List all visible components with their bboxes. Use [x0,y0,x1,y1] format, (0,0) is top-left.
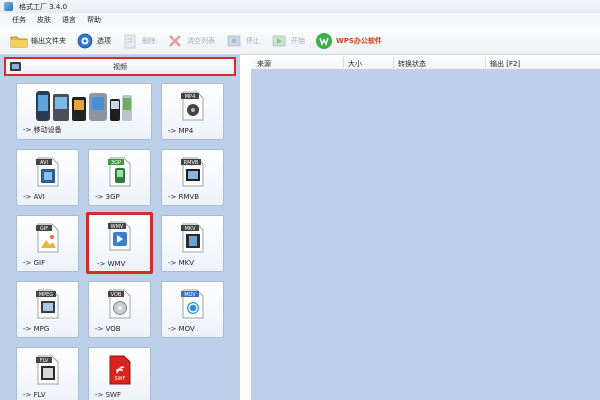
column-source[interactable]: 来源 [257,59,271,69]
wmv-file-icon: WMV [107,221,130,251]
svg-text:SWF: SWF [114,376,125,382]
category-video-header[interactable]: 视频 [4,57,236,76]
tile-wmv[interactable]: WMV -> WMV [86,212,153,274]
mobile-devices-icon [36,91,132,121]
avi-file-icon: AVI [35,157,58,187]
vob-file-icon: VOB [107,289,130,319]
start-button[interactable]: 开始 [270,30,305,52]
menu-skin[interactable]: 皮肤 [37,15,51,25]
film-icon [10,62,21,71]
tile-mp4[interactable]: MP4 -> MP4 [161,83,224,140]
delete-icon [121,32,139,50]
wps-office-button[interactable]: WPS办公软件 [315,30,382,52]
clear-list-icon [166,32,184,50]
app-icon [4,2,13,11]
tile-vob[interactable]: VOB -> VOB [88,281,151,338]
mov-file-icon: MOV [180,289,203,319]
svg-text:WMV: WMV [110,224,123,230]
swf-file-icon: SWF [109,355,130,385]
tile-flv[interactable]: FLV -> FLV [16,347,79,400]
rmvb-file-icon: RMVB [180,157,203,187]
options-icon [76,32,94,50]
tile-mov[interactable]: MOV -> MOV [161,281,224,338]
svg-text:GIF: GIF [39,226,47,232]
column-divider [343,57,344,68]
window-title: 格式工厂 3.4.0 [19,2,68,11]
svg-text:MPEG: MPEG [38,292,52,298]
toolbar: 输出文件夹 选项 删除 清空列表 停止 开始 WPS办公软件 [0,27,600,55]
stop-icon [225,32,243,50]
column-divider [393,57,394,68]
tile-3gp[interactable]: 3GP -> 3GP [88,149,151,206]
options-button[interactable]: 选项 [76,30,111,52]
column-status[interactable]: 转换状态 [398,59,426,69]
start-icon [270,32,288,50]
svg-text:FLV: FLV [39,358,48,364]
svg-text:AVI: AVI [40,160,48,166]
column-output[interactable]: 输出 [F2] [490,59,520,69]
menu-task[interactable]: 任务 [12,15,26,25]
svg-text:3GP: 3GP [110,160,120,166]
mkv-file-icon: MKV [180,223,203,253]
flv-file-icon: FLV [35,355,58,385]
clear-list-button[interactable]: 清空列表 [166,30,215,52]
tile-mobile-device[interactable]: -> 移动设备 [16,83,152,140]
column-divider [485,57,486,68]
tile-rmvb[interactable]: RMVB -> RMVB [161,149,224,206]
tile-avi[interactable]: AVI -> AVI [16,149,79,206]
mp4-file-icon: MP4 [180,91,203,121]
menu-language[interactable]: 语言 [62,15,76,25]
stop-button[interactable]: 停止 [225,30,260,52]
tile-gif[interactable]: GIF -> GIF [16,215,79,272]
mpg-file-icon: MPEG [35,289,58,319]
output-folder-button[interactable]: 输出文件夹 [10,30,66,52]
3gp-file-icon: 3GP [107,157,130,187]
tile-mkv[interactable]: MKV -> MKV [161,215,224,272]
folder-icon [10,32,28,50]
format-sidebar: 视频 -> 移动设备 MP4 -> MP4 AVI -> AVI 3GP -> … [0,55,240,400]
svg-text:MP4: MP4 [184,94,195,100]
gif-file-icon: GIF [35,223,58,253]
menu-bar: 任务 皮肤 语言 帮助 [0,13,600,27]
svg-text:RMVB: RMVB [183,160,198,166]
task-list-header: 来源 大小 转换状态 输出 [F2] [251,55,600,70]
svg-text:MKV: MKV [184,226,196,232]
task-list-panel[interactable]: 来源 大小 转换状态 输出 [F2] [251,55,600,400]
tile-swf[interactable]: SWF -> SWF [88,347,151,400]
column-size[interactable]: 大小 [348,59,362,69]
svg-text:MOV: MOV [184,292,196,298]
title-bar: 格式工厂 3.4.0 [0,0,600,13]
tile-mpg[interactable]: MPEG -> MPG [16,281,79,338]
wps-icon [315,32,333,50]
menu-help[interactable]: 帮助 [87,15,101,25]
delete-button[interactable]: 删除 [121,30,156,52]
svg-text:VOB: VOB [110,292,121,298]
